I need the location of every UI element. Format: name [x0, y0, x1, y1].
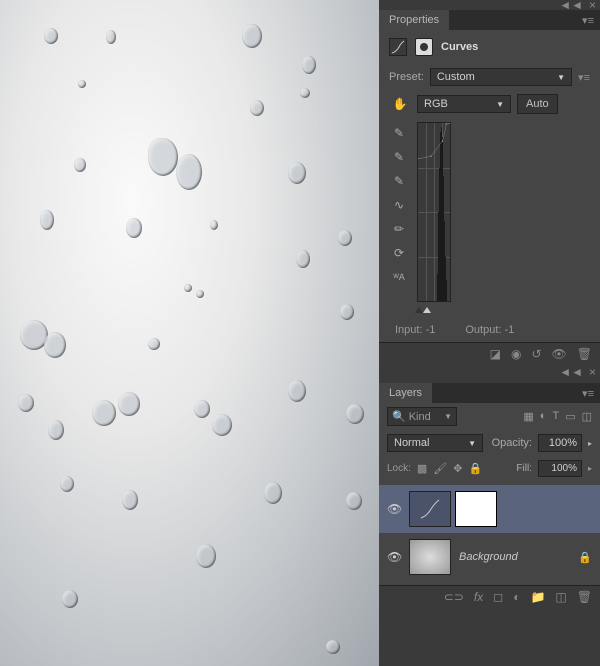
curves-adjustment-icon — [389, 38, 407, 56]
close-icon[interactable]: × — [589, 365, 596, 379]
layer-name[interactable]: Background — [459, 551, 518, 563]
visibility-toggle-icon[interactable]: 👁 — [387, 502, 401, 516]
input-value: -1 — [426, 324, 436, 336]
properties-panel: Properties ▾≡ Curves Preset: Custom▼ ▾≡ … — [379, 10, 600, 365]
clip-to-layer-icon[interactable]: ◪ — [490, 347, 501, 361]
output-value: -1 — [505, 324, 515, 336]
curve-smooth-icon[interactable]: ∿ — [388, 196, 410, 214]
fill-label: Fill: — [516, 463, 532, 474]
panel-menu-icon[interactable]: ▾≡ — [582, 14, 594, 27]
layer-mask-thumbnail[interactable] — [455, 491, 497, 527]
collapse-icon[interactable]: ◄◄ — [559, 365, 583, 379]
layer-thumbnail[interactable] — [409, 539, 451, 575]
lock-all-icon[interactable]: 🔒 — [469, 462, 483, 475]
fill-scrubber-icon[interactable]: ▸ — [588, 464, 592, 473]
layer-curves-adjustment[interactable]: 👁 — [379, 485, 600, 533]
filter-adjustment-icon[interactable]: ◐ — [540, 410, 547, 423]
filter-type-dropdown[interactable]: 🔍 Kind ▼ — [387, 407, 457, 426]
blend-mode-dropdown[interactable]: Normal▼ — [387, 434, 483, 452]
search-icon: 🔍 — [392, 410, 406, 423]
filter-smart-icon[interactable]: ◫ — [582, 410, 592, 423]
eyedropper-black-icon[interactable]: ✎ — [388, 124, 410, 142]
visibility-icon[interactable]: 👁 — [552, 347, 567, 361]
lock-pixels-icon[interactable]: 🖌 — [433, 462, 447, 475]
hand-tool-icon[interactable]: ✋ — [389, 95, 411, 113]
adjustment-thumbnail[interactable] — [409, 491, 451, 527]
mask-icon[interactable] — [415, 38, 433, 56]
eyedropper-white-icon[interactable]: ✎ — [388, 172, 410, 190]
filter-type-icon[interactable]: T — [552, 410, 559, 423]
pencil-icon[interactable]: ✏ — [388, 220, 410, 238]
add-mask-icon[interactable]: ◻ — [493, 590, 503, 604]
preset-menu-icon[interactable]: ▾≡ — [578, 71, 590, 84]
reset-icon[interactable]: ↺ — [531, 347, 541, 361]
lock-label: Lock: — [387, 463, 411, 474]
lock-position-icon[interactable]: ✥ — [453, 462, 462, 475]
collapse-icon[interactable]: ◄◄ — [559, 0, 583, 12]
visibility-toggle-icon[interactable]: 👁 — [387, 550, 401, 564]
filter-pixel-icon[interactable]: ▦ — [523, 410, 533, 423]
lock-transparency-icon[interactable]: ▩ — [417, 462, 427, 475]
smooth-icon[interactable]: ⟳ — [388, 244, 410, 262]
layers-panel: Layers ▾≡ 🔍 Kind ▼ ▦ ◐ T ▭ ◫ Normal▼ Opa… — [379, 383, 600, 608]
lock-icon[interactable]: 🔒 — [578, 551, 592, 564]
previous-state-icon[interactable]: ◉ — [511, 347, 521, 361]
auto-button[interactable]: Auto — [517, 94, 558, 114]
close-icon[interactable]: × — [589, 0, 596, 12]
opacity-label: Opacity: — [492, 437, 532, 449]
input-label: Input: — [395, 324, 423, 336]
output-label: Output: — [465, 324, 501, 336]
delete-icon[interactable]: 🗑 — [577, 347, 592, 361]
preset-label: Preset: — [389, 71, 424, 83]
black-white-sliders[interactable] — [413, 302, 451, 314]
delete-layer-icon[interactable]: 🗑 — [577, 590, 592, 604]
fill-value[interactable]: 100% — [538, 460, 582, 477]
options-icon[interactable]: ᵂA — [388, 268, 410, 286]
properties-tab[interactable]: Properties — [379, 10, 450, 30]
new-group-icon[interactable]: 📁 — [530, 590, 545, 604]
new-adjustment-icon[interactable]: ◐ — [513, 590, 520, 604]
eyedropper-gray-icon[interactable]: ✎ — [388, 148, 410, 166]
opacity-value[interactable]: 100% — [538, 434, 582, 452]
layers-tab[interactable]: Layers — [379, 383, 433, 403]
new-layer-icon[interactable]: ◫ — [555, 590, 566, 604]
chevron-down-icon: ▼ — [557, 73, 565, 82]
opacity-scrubber-icon[interactable]: ▸ — [588, 439, 592, 448]
panel-menu-icon[interactable]: ▾≡ — [582, 387, 594, 400]
curves-graph[interactable] — [417, 122, 451, 302]
channel-dropdown[interactable]: RGB▼ — [417, 95, 511, 113]
link-layers-icon[interactable]: ⊂⊃ — [444, 590, 464, 604]
filter-shape-icon[interactable]: ▭ — [565, 410, 575, 423]
layer-style-icon[interactable]: fx — [474, 590, 483, 604]
document-canvas[interactable] — [0, 0, 379, 666]
layer-background[interactable]: 👁 Background 🔒 — [379, 533, 600, 581]
preset-dropdown[interactable]: Custom▼ — [430, 68, 572, 86]
adjustment-title: Curves — [441, 41, 478, 53]
